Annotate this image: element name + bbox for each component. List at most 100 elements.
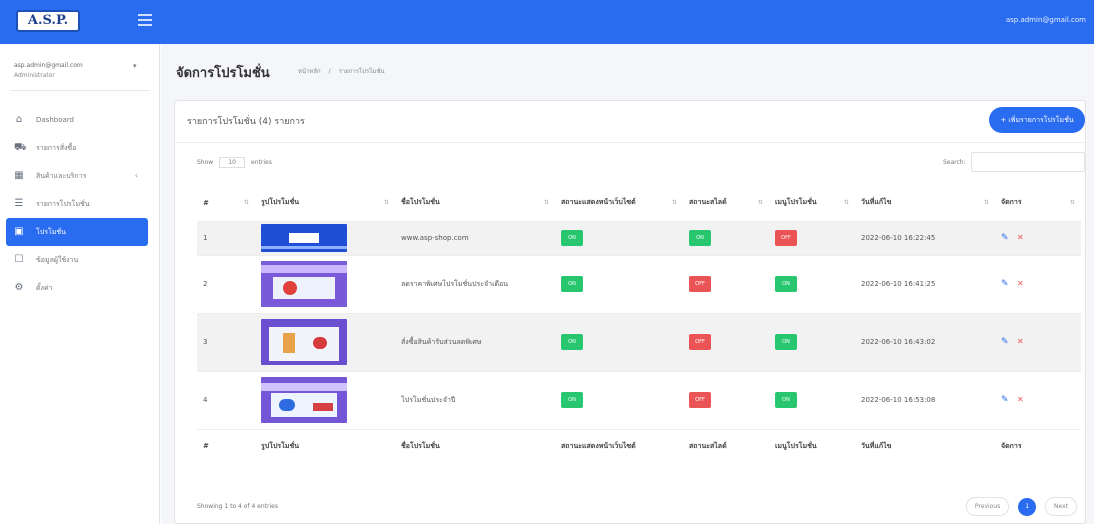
page-button-1[interactable]: 1: [1018, 497, 1037, 516]
web-status-badge[interactable]: ON: [561, 230, 583, 246]
sort-icon: ⇅: [383, 199, 389, 206]
topbar-user-email[interactable]: asp.admin@gmail.com: [1006, 16, 1086, 24]
cart-icon: ⛟: [14, 142, 27, 153]
sidebar-item-dashboard[interactable]: ⌂ Dashboard: [6, 106, 148, 134]
previous-button[interactable]: Previous: [965, 497, 1010, 516]
slide-status-badge[interactable]: OFF: [689, 276, 711, 292]
menu-status-badge[interactable]: ON: [775, 392, 797, 408]
gear-icon: ⚙: [14, 282, 24, 293]
sidebar-user-role: Administrator: [14, 72, 55, 79]
sidebar-divider: [10, 90, 150, 91]
sidebar-item-promotions[interactable]: ▣ โปรโมชั่น: [6, 218, 148, 246]
promotion-name: www.asp-shop.com: [395, 221, 555, 256]
entries-select[interactable]: 10: [219, 157, 246, 168]
search-input[interactable]: [971, 152, 1085, 172]
breadcrumb-separator: /: [328, 68, 331, 75]
card-title: รายการโปรโมชั่น (4) รายการ: [187, 117, 305, 127]
footer-header-actions: จัดการ: [995, 428, 1081, 463]
footer-header-image: รูปโปรโมชั่น: [255, 428, 395, 463]
sort-icon: ⇅: [543, 199, 549, 206]
page-title: จัดการโปรโมชั่น: [176, 66, 270, 81]
web-status-badge[interactable]: ON: [561, 392, 583, 408]
promotion-card: รายการโปรโมชั่น (4) รายการ + เพิ่มรายการ…: [174, 100, 1086, 524]
sort-icon: ⇅: [843, 199, 849, 206]
updated-date: 2022-06-10 16:43:02: [855, 313, 995, 372]
breadcrumb-home-link[interactable]: หน้าหลัก: [298, 68, 321, 75]
next-button[interactable]: Next: [1045, 497, 1077, 516]
sidebar-item-products[interactable]: ▦ สินค้าและบริการ ‹: [6, 162, 148, 190]
box-icon: ▦: [14, 170, 24, 181]
column-header-index[interactable]: # ⇅: [197, 185, 255, 222]
breadcrumb-current: รายการโปรโมชั่น: [338, 68, 385, 75]
delete-icon[interactable]: ✕: [1017, 395, 1024, 404]
user-icon: ☐: [14, 254, 24, 265]
column-header-web-status[interactable]: สถานะแสดงหน้าเว็บไซต์ ⇅: [555, 185, 683, 222]
slide-status-badge[interactable]: ON: [689, 230, 711, 246]
home-icon: ⌂: [15, 114, 23, 125]
user-caret-icon[interactable]: ▾: [133, 62, 137, 70]
promotion-thumbnail: [261, 261, 347, 307]
card-header: รายการโปรโมชั่น (4) รายการ + เพิ่มรายการ…: [175, 101, 1085, 143]
sidebar-item-label: Dashboard: [36, 116, 74, 124]
footer-header-date: วันที่แก้ไข: [855, 428, 995, 463]
sidebar-item-label: รายการโปรโมชั่น: [36, 200, 90, 208]
promotion-name: สั่งซื้อสินค้ารับส่วนลดพิเศษ: [395, 313, 555, 372]
search-label: Search:: [943, 159, 966, 166]
sidebar-item-orders[interactable]: ⛟ รายการสั่งซื้อ: [6, 134, 148, 162]
menu-status-badge[interactable]: OFF: [775, 230, 797, 246]
sort-icon: ⇅: [757, 199, 763, 206]
sort-icon: ⇅: [983, 199, 989, 206]
hamburger-menu-icon[interactable]: [138, 14, 152, 26]
promotion-thumbnail: [261, 319, 347, 365]
list-icon: ☰: [14, 198, 24, 209]
row-index: 3: [197, 313, 255, 372]
promotion-table: # ⇅ รูปโปรโมชั่น ⇅ ชื่อโปรโมชั่น ⇅ สถานะแสด…: [197, 185, 1081, 463]
sidebar: asp.admin@gmail.com Administrator ▾ ⌂ Da…: [0, 44, 160, 524]
menu-status-badge[interactable]: ON: [775, 276, 797, 292]
sidebar-item-label: สินค้าและบริการ: [36, 172, 87, 180]
row-index: 1: [197, 221, 255, 256]
promotion-thumbnail: [261, 224, 347, 252]
promotion-name: ลดราคาพิเศษโปรโมชั่นประจำเดือน: [395, 255, 555, 314]
column-header-name[interactable]: ชื่อโปรโมชั่น ⇅: [395, 185, 555, 222]
delete-icon[interactable]: ✕: [1017, 233, 1024, 242]
footer-header-slide-status: สถานะสไลด์: [683, 428, 769, 463]
sidebar-item-promotion-list[interactable]: ☰ รายการโปรโมชั่น: [6, 190, 148, 218]
column-header-menu-status[interactable]: เมนูโปรโมชั่น ⇅: [769, 185, 855, 222]
pagination: Previous 1 Next: [965, 497, 1077, 516]
updated-date: 2022-06-10 16:53:08: [855, 371, 995, 430]
show-label: Show: [197, 159, 214, 166]
column-header-date[interactable]: วันที่แก้ไข ⇅: [855, 185, 995, 222]
edit-icon[interactable]: ✎: [1001, 337, 1011, 347]
sidebar-item-label: ข้อมูลผู้ใช้งาน: [36, 256, 79, 264]
add-promotion-button[interactable]: + เพิ่มรายการโปรโมชั่น: [989, 107, 1085, 133]
footer-header-menu-status: เมนูโปรโมชั่น: [769, 428, 855, 463]
delete-icon[interactable]: ✕: [1017, 279, 1024, 288]
promotion-thumbnail: [261, 377, 347, 423]
footer-header-web-status: สถานะแสดงหน้าเว็บไซต์: [555, 428, 683, 463]
sidebar-user-email[interactable]: asp.admin@gmail.com: [14, 62, 83, 69]
table-row: 1 www.asp-shop.com ON ON OFF 2022-06-10 …: [197, 221, 1081, 256]
row-index: 2: [197, 255, 255, 314]
web-status-badge[interactable]: ON: [561, 334, 583, 350]
sidebar-item-settings[interactable]: ⚙ ตั้งค่า: [6, 274, 148, 302]
slide-status-badge[interactable]: OFF: [689, 334, 711, 350]
promotion-name: โปรโมชั่นประจำปี: [395, 371, 555, 430]
slide-status-badge[interactable]: OFF: [689, 392, 711, 408]
edit-icon[interactable]: ✎: [1001, 395, 1011, 405]
web-status-badge[interactable]: ON: [561, 276, 583, 292]
delete-icon[interactable]: ✕: [1017, 337, 1024, 346]
menu-status-badge[interactable]: ON: [775, 334, 797, 350]
sidebar-item-label: รายการสั่งซื้อ: [36, 144, 77, 152]
edit-icon[interactable]: ✎: [1001, 279, 1011, 289]
sort-icon: ⇅: [671, 199, 677, 206]
table-row: 3 สั่งซื้อสินค้ารับส่วนลดพิเศษ ON OFF ON…: [197, 313, 1081, 372]
column-header-image[interactable]: รูปโปรโมชั่น ⇅: [255, 185, 395, 222]
table-header-row: # ⇅ รูปโปรโมชั่น ⇅ ชื่อโปรโมชั่น ⇅ สถานะแสด…: [197, 185, 1081, 222]
updated-date: 2022-06-10 16:22:45: [855, 221, 995, 256]
edit-icon[interactable]: ✎: [1001, 233, 1011, 243]
column-header-slide-status[interactable]: สถานะสไลด์ ⇅: [683, 185, 769, 222]
column-header-actions[interactable]: จัดการ ⇅: [995, 185, 1081, 222]
sidebar-item-users[interactable]: ☐ ข้อมูลผู้ใช้งาน: [6, 246, 148, 274]
brand-logo[interactable]: A.S.P.: [16, 10, 80, 32]
